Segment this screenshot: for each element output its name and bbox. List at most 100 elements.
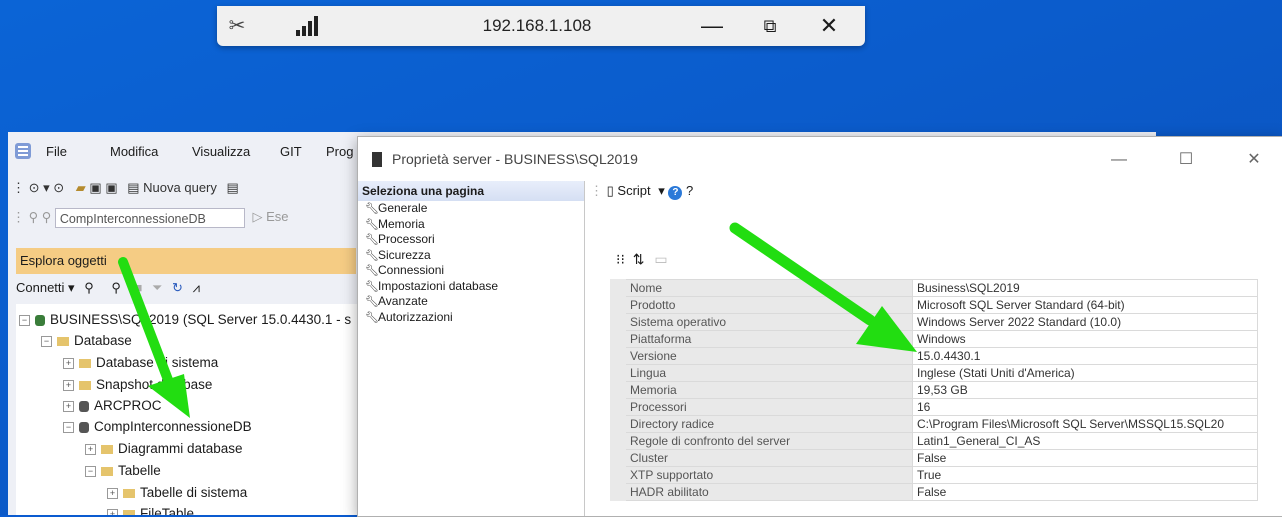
tree-node-database-snapshots[interactable]: + Snapshot database (63, 375, 212, 395)
sort-alphabetical-icon[interactable]: ⇅ (633, 251, 645, 267)
property-value[interactable]: 16 (912, 398, 1258, 416)
property-value[interactable]: Latin1_General_CI_AS (912, 432, 1258, 450)
collapse-icon[interactable]: − (63, 421, 74, 433)
back-icon[interactable]: ⋮ ⊙ ▾ ⊙ (12, 180, 64, 195)
collapse-icon[interactable]: − (41, 335, 52, 347)
property-value[interactable]: Inglese (Stati Uniti d'America) (912, 364, 1258, 382)
filter-icon[interactable]: ⏷ (152, 280, 162, 295)
tree-node-server[interactable]: − BUSINESS\SQL2019 (SQL Server 15.0.4430.… (19, 310, 351, 330)
wrench-icon: 🔧︎ (365, 249, 379, 262)
page-impostazioni-database[interactable]: 🔧︎Impostazioni database (358, 279, 584, 295)
property-name: Regole di confronto del server (625, 432, 913, 450)
expand-icon[interactable]: + (85, 443, 96, 455)
property-row[interactable]: Memoria 19,53 GB (610, 381, 1258, 399)
property-row[interactable]: Lingua Inglese (Stati Uniti d'America) (610, 364, 1258, 382)
save-all-icon[interactable]: ▣ (105, 180, 117, 195)
disconnect-icon[interactable]: ⚲ (111, 280, 121, 295)
property-pages-icon[interactable]: ▭ (654, 251, 667, 267)
connect-plug-icon[interactable]: ⋮ ⚲ ⚲ (12, 209, 51, 224)
pin-icon[interactable]: ✂ (217, 6, 257, 46)
tree-node-tables[interactable]: − Tabelle (85, 461, 161, 481)
property-value[interactable]: Business\SQL2019 (912, 279, 1258, 297)
property-value[interactable]: 15.0.4430.1 (912, 347, 1258, 365)
query-icon[interactable]: ▤ (227, 180, 239, 195)
property-row[interactable]: Processori 16 (610, 398, 1258, 416)
property-row[interactable]: Nome Business\SQL2019 (610, 279, 1258, 297)
property-value[interactable]: True (912, 466, 1258, 484)
dialog-minimize-button[interactable]: — (1096, 145, 1142, 175)
help-icon[interactable]: ? (668, 186, 683, 200)
menu-visualizza[interactable]: Visualizza (192, 144, 250, 159)
page-processori[interactable]: 🔧︎Processori (358, 232, 584, 248)
restore-button[interactable]: ⧉ (745, 6, 795, 46)
categorized-icon[interactable]: ⁝⁝ (616, 251, 625, 267)
execute-button[interactable]: ▷ Ese (253, 209, 289, 224)
expand-icon[interactable]: + (107, 487, 118, 499)
page-generale[interactable]: 🔧︎Generale (358, 201, 584, 217)
property-row[interactable]: Sistema operativo Windows Server 2022 Sta… (610, 313, 1258, 331)
tree-node-system-tables[interactable]: + Tabelle di sistema (107, 483, 247, 503)
minimize-button[interactable]: — (687, 6, 737, 46)
property-row[interactable]: Regole di confronto del server Latin1_Gen… (610, 432, 1258, 450)
property-row[interactable]: Directory radice C:\Program Files\Microso… (610, 415, 1258, 433)
property-value[interactable]: Windows (912, 330, 1258, 348)
signal-strength-icon[interactable] (292, 6, 322, 46)
row-gutter (610, 449, 626, 467)
open-folder-icon[interactable]: ▰ (76, 180, 86, 195)
available-databases-select[interactable]: CompInterconnessioneDB (54, 208, 245, 228)
tree-node-system-databases[interactable]: + Database di sistema (63, 353, 218, 373)
menu-file[interactable]: File (46, 144, 67, 159)
script-dropdown-arrow-icon[interactable]: ▾ (658, 183, 665, 198)
tree-node-arcproc[interactable]: + ARCPROC (63, 396, 162, 416)
expand-icon[interactable]: + (63, 400, 74, 412)
collapse-icon[interactable]: − (19, 314, 30, 326)
property-row[interactable]: Versione 15.0.4430.1 (610, 347, 1258, 365)
activity-monitor-icon[interactable]: ⩘ (193, 280, 200, 295)
page-sicurezza[interactable]: 🔧︎Sicurezza (358, 248, 584, 264)
execute-label: Ese (266, 209, 289, 225)
tree-node-database-folder[interactable]: − Database (41, 331, 132, 351)
property-value[interactable]: C:\Program Files\Microsoft SQL Server\MS… (912, 415, 1258, 433)
property-value[interactable]: Windows Server 2022 Standard (10.0) (912, 313, 1258, 331)
property-value[interactable]: False (912, 449, 1258, 467)
page-memoria[interactable]: 🔧︎Memoria (358, 217, 584, 233)
dialog-close-button[interactable]: ✕ (1231, 145, 1277, 175)
close-button[interactable]: ✕ (804, 6, 854, 46)
menu-progetto[interactable]: Prog (326, 144, 353, 159)
row-gutter (610, 415, 626, 433)
expand-icon[interactable]: + (63, 357, 74, 369)
property-row[interactable]: Cluster False (610, 449, 1258, 467)
page-connessioni[interactable]: 🔧︎Connessioni (358, 263, 584, 279)
stop-icon[interactable]: ■ (135, 280, 143, 295)
new-query-button[interactable]: Nuova query (143, 180, 217, 195)
collapse-icon[interactable]: − (85, 465, 96, 477)
save-icon[interactable]: ▣ (89, 180, 101, 195)
new-query-icon[interactable]: ▤ (127, 180, 139, 195)
property-row[interactable]: HADR abilitato False (610, 483, 1258, 501)
property-row[interactable]: Prodotto Microsoft SQL Server Standard (6… (610, 296, 1258, 314)
script-button[interactable]: Script (617, 183, 650, 198)
menu-modifica[interactable]: Modifica (110, 144, 158, 159)
tree-node-filetable[interactable]: + FileTable (107, 504, 194, 515)
property-value[interactable]: False (912, 483, 1258, 501)
menu-git[interactable]: GIT (280, 144, 302, 159)
dialog-maximize-button[interactable]: ☐ (1163, 145, 1209, 175)
page-autorizzazioni[interactable]: 🔧︎Autorizzazioni (358, 310, 584, 326)
expand-icon[interactable]: + (63, 379, 74, 391)
property-name: Sistema operativo (625, 313, 913, 331)
expand-icon[interactable]: + (107, 508, 118, 515)
script-icon[interactable]: ▯ (607, 183, 614, 198)
property-value[interactable]: 19,53 GB (912, 381, 1258, 399)
connect-plug-icon[interactable]: ⚲ (84, 280, 94, 295)
page-avanzate[interactable]: 🔧︎Avanzate (358, 294, 584, 310)
property-value[interactable]: Microsoft SQL Server Standard (64-bit) (912, 296, 1258, 314)
property-row[interactable]: XTP supportato True (610, 466, 1258, 484)
connect-dropdown-arrow-icon[interactable]: ▾ (68, 280, 75, 295)
refresh-icon[interactable]: ↻ (172, 280, 183, 295)
remote-connection-bar: ✂ 192.168.1.108 — ⧉ ✕ (217, 6, 865, 46)
tree-node-database-diagrams[interactable]: + Diagrammi database (85, 439, 243, 459)
help-label[interactable]: ? (686, 183, 693, 198)
property-row[interactable]: Piattaforma Windows (610, 330, 1258, 348)
connect-dropdown[interactable]: Connetti (16, 280, 64, 295)
tree-node-compinterconnessionedb[interactable]: − CompInterconnessioneDB (63, 417, 252, 437)
